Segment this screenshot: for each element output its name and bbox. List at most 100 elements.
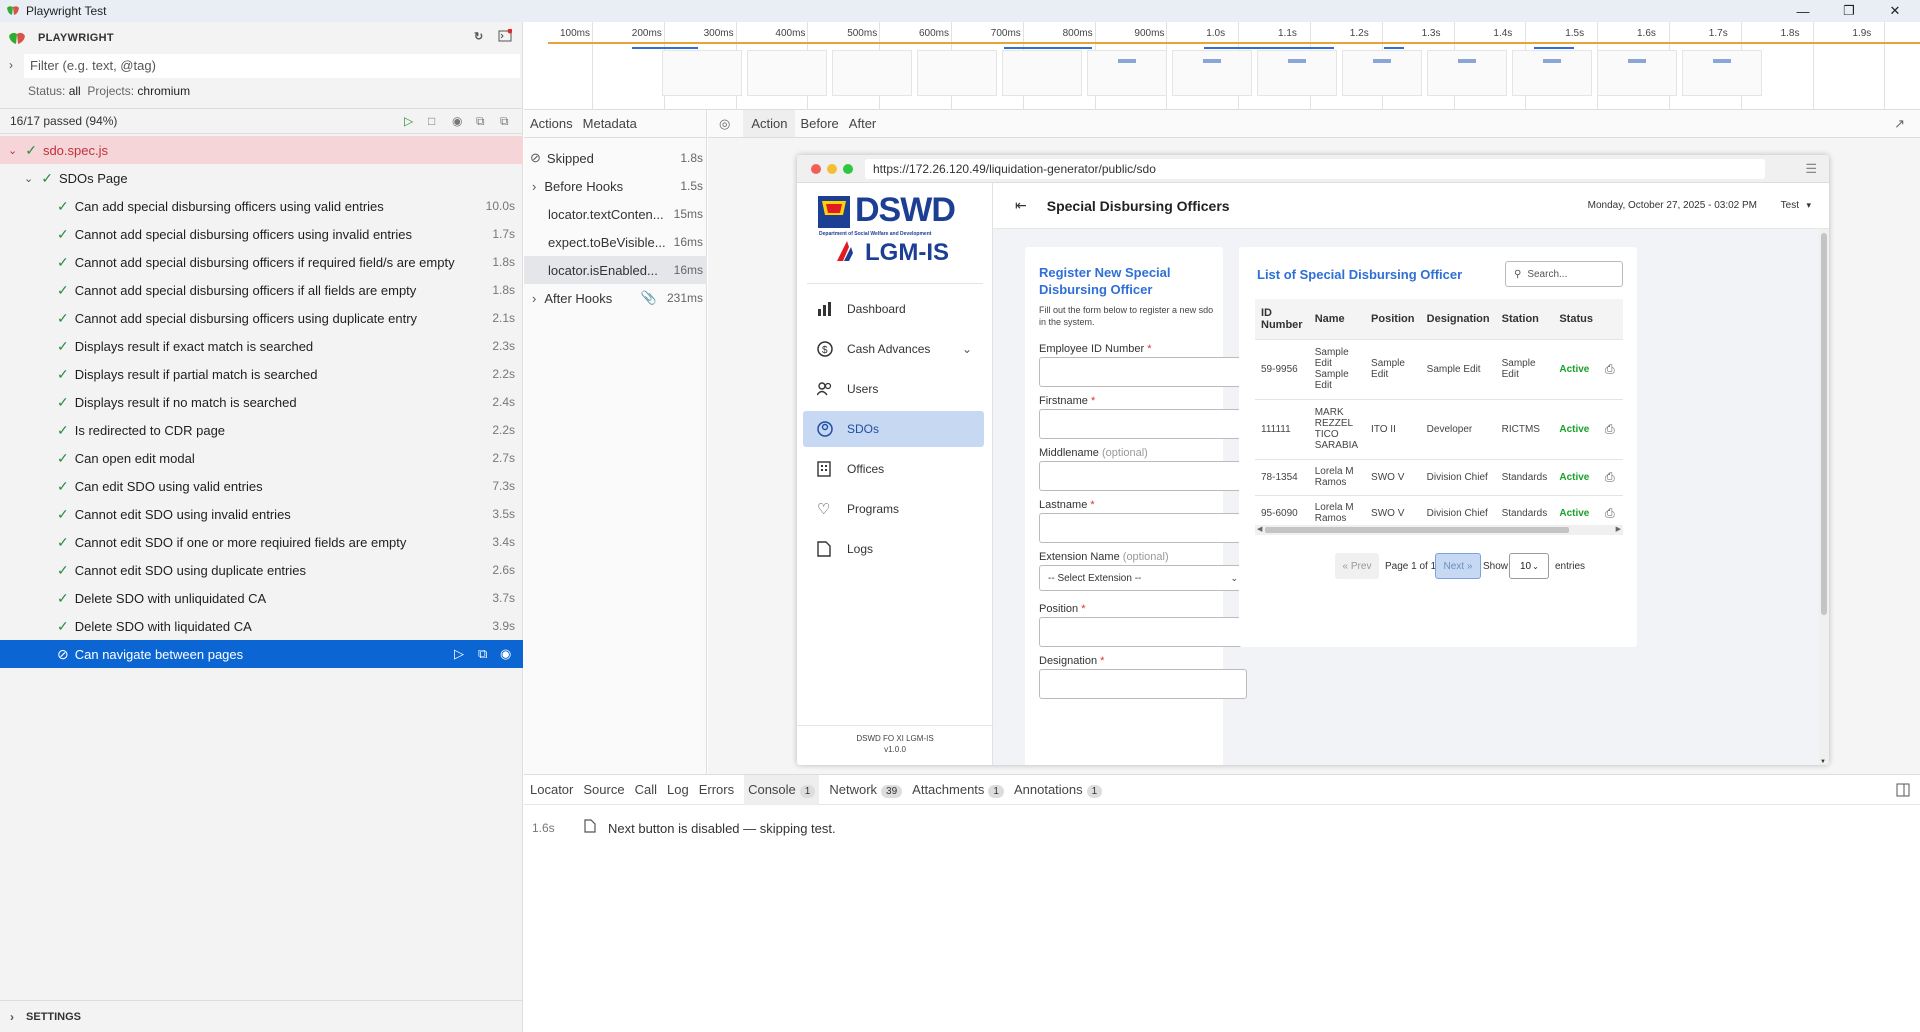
test-row[interactable]: ✓ Cannot add special disbursing officers … (0, 220, 523, 248)
position-field[interactable] (1039, 617, 1247, 647)
test-row[interactable]: ✓ Delete SDO with liquidated CA 3.9s (0, 612, 523, 640)
firstname-field[interactable] (1039, 409, 1247, 439)
page-size-select[interactable]: 10 ⌄ (1509, 553, 1549, 579)
next-button[interactable]: Next » (1435, 553, 1481, 579)
chevron-right-icon[interactable]: › (9, 58, 13, 72)
timeline-thumbnail[interactable] (1172, 50, 1252, 96)
tab-source[interactable]: Source (583, 782, 624, 797)
action-row-skipped[interactable]: ⊘ Skipped 1.8s (524, 144, 707, 172)
settings-section[interactable]: › SETTINGS (0, 1000, 523, 1032)
run-test-icon[interactable]: ▷ (454, 646, 464, 662)
print-icon[interactable]: ⎙ (1598, 494, 1623, 523)
test-row[interactable]: ✓ Can open edit modal 2.7s (0, 444, 523, 472)
timeline-thumbnail[interactable] (832, 50, 912, 96)
test-row[interactable]: ✓ Can add special disbursing officers usi… (0, 192, 523, 220)
chevron-right-icon[interactable]: › (10, 1010, 14, 1024)
action-row[interactable]: locator.textConten... 15ms (524, 200, 707, 228)
filter-input[interactable]: Filter (e.g. text, @tag) (24, 54, 520, 78)
nav-cash-advances[interactable]: $ Cash Advances ⌄ (803, 331, 984, 367)
nav-sdos[interactable]: SDOs (803, 411, 984, 447)
chevron-down-icon[interactable]: ⌄ (962, 342, 972, 356)
nav-dashboard[interactable]: Dashboard (803, 291, 984, 327)
timeline-thumbnail[interactable] (1682, 50, 1762, 96)
table-row[interactable]: 78-1354 Lorela M Ramos SWO V Division Chief… (1255, 458, 1623, 495)
minimize-button[interactable]: — (1780, 0, 1826, 22)
close-button[interactable]: ✕ (1872, 0, 1918, 22)
chevron-right-icon[interactable]: › (532, 291, 536, 306)
test-row[interactable]: ✓ Cannot edit SDO if one or more reqiuire… (0, 528, 523, 556)
watch-test-icon[interactable]: ◉ (500, 646, 511, 662)
reload-icon[interactable]: ↻ (474, 30, 484, 43)
tab-after[interactable]: After (844, 116, 881, 131)
table-row[interactable]: 111111 MARK REZZEL TICO SARABIA ITO II Deve… (1255, 398, 1623, 459)
chevron-right-icon[interactable]: › (532, 179, 536, 194)
test-row[interactable]: ✓ Cannot add special disbursing officers … (0, 276, 523, 304)
lastname-field[interactable] (1039, 513, 1247, 543)
table-row[interactable]: 59-9956 Sample Edit Sample Edit Sample Edi… (1255, 338, 1623, 399)
timeline-thumbnail[interactable] (662, 50, 742, 96)
middlename-field[interactable] (1039, 461, 1247, 491)
tab-annotations[interactable]: Annotations 1 (1014, 782, 1103, 798)
scrollbar-thumb[interactable] (1265, 527, 1569, 533)
projects-value[interactable]: chromium (137, 84, 190, 98)
horizontal-scrollbar[interactable]: ◀ ▶ (1255, 525, 1623, 535)
tab-errors[interactable]: Errors (699, 782, 734, 797)
user-menu[interactable]: Test (1781, 200, 1799, 211)
test-row[interactable]: ✓ Displays result if no match is searched… (0, 388, 523, 416)
locator-picker-icon[interactable]: ◎ (714, 116, 735, 132)
scroll-right-icon[interactable]: ▶ (1616, 525, 1621, 533)
timeline-thumbnail[interactable] (1257, 50, 1337, 96)
collapse-all-icon[interactable]: ⧉ (476, 114, 485, 129)
prev-button[interactable]: « Prev (1335, 553, 1379, 579)
action-row-selected[interactable]: locator.isEnabled... 16ms (524, 256, 707, 284)
status-filter[interactable]: Status: all Projects: chromium (28, 84, 190, 98)
action-row-before-hooks[interactable]: › Before Hooks 1.5s (524, 172, 707, 200)
print-icon[interactable]: ⎙ (1598, 398, 1623, 459)
timeline-thumbnail[interactable] (1512, 50, 1592, 96)
tab-console[interactable]: Console 1 (744, 774, 820, 805)
test-row[interactable]: ✓ Cannot add special disbursing officers … (0, 248, 523, 276)
scroll-down-icon[interactable]: ▼ (1820, 759, 1826, 765)
tab-network[interactable]: Network 39 (829, 782, 903, 798)
extension-select[interactable]: -- Select Extension -- ⌄ (1039, 565, 1247, 591)
test-row[interactable]: ✓ Cannot edit SDO using duplicate entries… (0, 556, 523, 584)
nav-programs[interactable]: ♡ Programs (803, 491, 984, 527)
scroll-left-icon[interactable]: ◀ (1257, 525, 1262, 533)
menu-icon[interactable]: ☰ (1805, 161, 1817, 177)
print-icon[interactable]: ⎙ (1598, 338, 1623, 399)
page-scrollbar-thumb[interactable] (1821, 233, 1827, 615)
watch-all-icon[interactable]: ◉ (452, 114, 462, 128)
timeline-thumbnail[interactable] (1427, 50, 1507, 96)
tree-suite[interactable]: ⌄ ✓ SDOs Page (0, 164, 523, 192)
timeline-thumbnail[interactable] (747, 50, 827, 96)
timeline[interactable]: 100ms 200ms 300ms 400ms 500ms 600ms 700ms 800ms… (524, 22, 1920, 110)
tab-action[interactable]: Action (743, 110, 796, 137)
tab-metadata[interactable]: Metadata (578, 116, 642, 131)
nav-logs[interactable]: Logs (803, 531, 984, 567)
nav-users[interactable]: Users (803, 371, 984, 407)
tab-actions[interactable]: Actions (525, 116, 578, 131)
timeline-thumbnail[interactable] (1002, 50, 1082, 96)
page-scrollbar[interactable]: ▼ (1819, 229, 1829, 765)
designation-field[interactable] (1039, 669, 1247, 699)
timeline-thumbnail[interactable] (1087, 50, 1167, 96)
url-bar[interactable]: https://172.26.120.49/liquidation-genera… (865, 158, 1765, 179)
test-row[interactable]: ✓ Cannot add special disbursing officers … (0, 304, 523, 332)
table-row[interactable]: 95-6090 Lorela M Ramos SWO V Division Chief… (1255, 494, 1623, 523)
test-row[interactable]: ✓ Is redirected to CDR page 2.2s (0, 416, 523, 444)
employee-id-field[interactable] (1039, 357, 1247, 387)
search-input[interactable]: ⚲ Search... (1505, 261, 1623, 287)
tab-log[interactable]: Log (667, 782, 689, 797)
chevron-down-icon[interactable]: ⌄ (24, 172, 33, 185)
maximize-button[interactable]: ❐ (1826, 0, 1872, 22)
test-row[interactable]: ✓ Can edit SDO using valid entries 7.3s (0, 472, 523, 500)
timeline-thumbnail[interactable] (917, 50, 997, 96)
timeline-thumbnail[interactable] (1597, 50, 1677, 96)
open-in-editor-icon[interactable]: ⧉ (478, 646, 487, 662)
expand-all-icon[interactable]: ⧉ (500, 114, 509, 129)
status-value[interactable]: all (69, 84, 81, 98)
test-row[interactable]: ✓ Delete SDO with unliquidated CA 3.7s (0, 584, 523, 612)
tab-locator[interactable]: Locator (530, 782, 573, 797)
test-row[interactable]: ✓ Displays result if partial match is sea… (0, 360, 523, 388)
action-row-after-hooks[interactable]: › After Hooks 📎 231ms (524, 284, 707, 312)
